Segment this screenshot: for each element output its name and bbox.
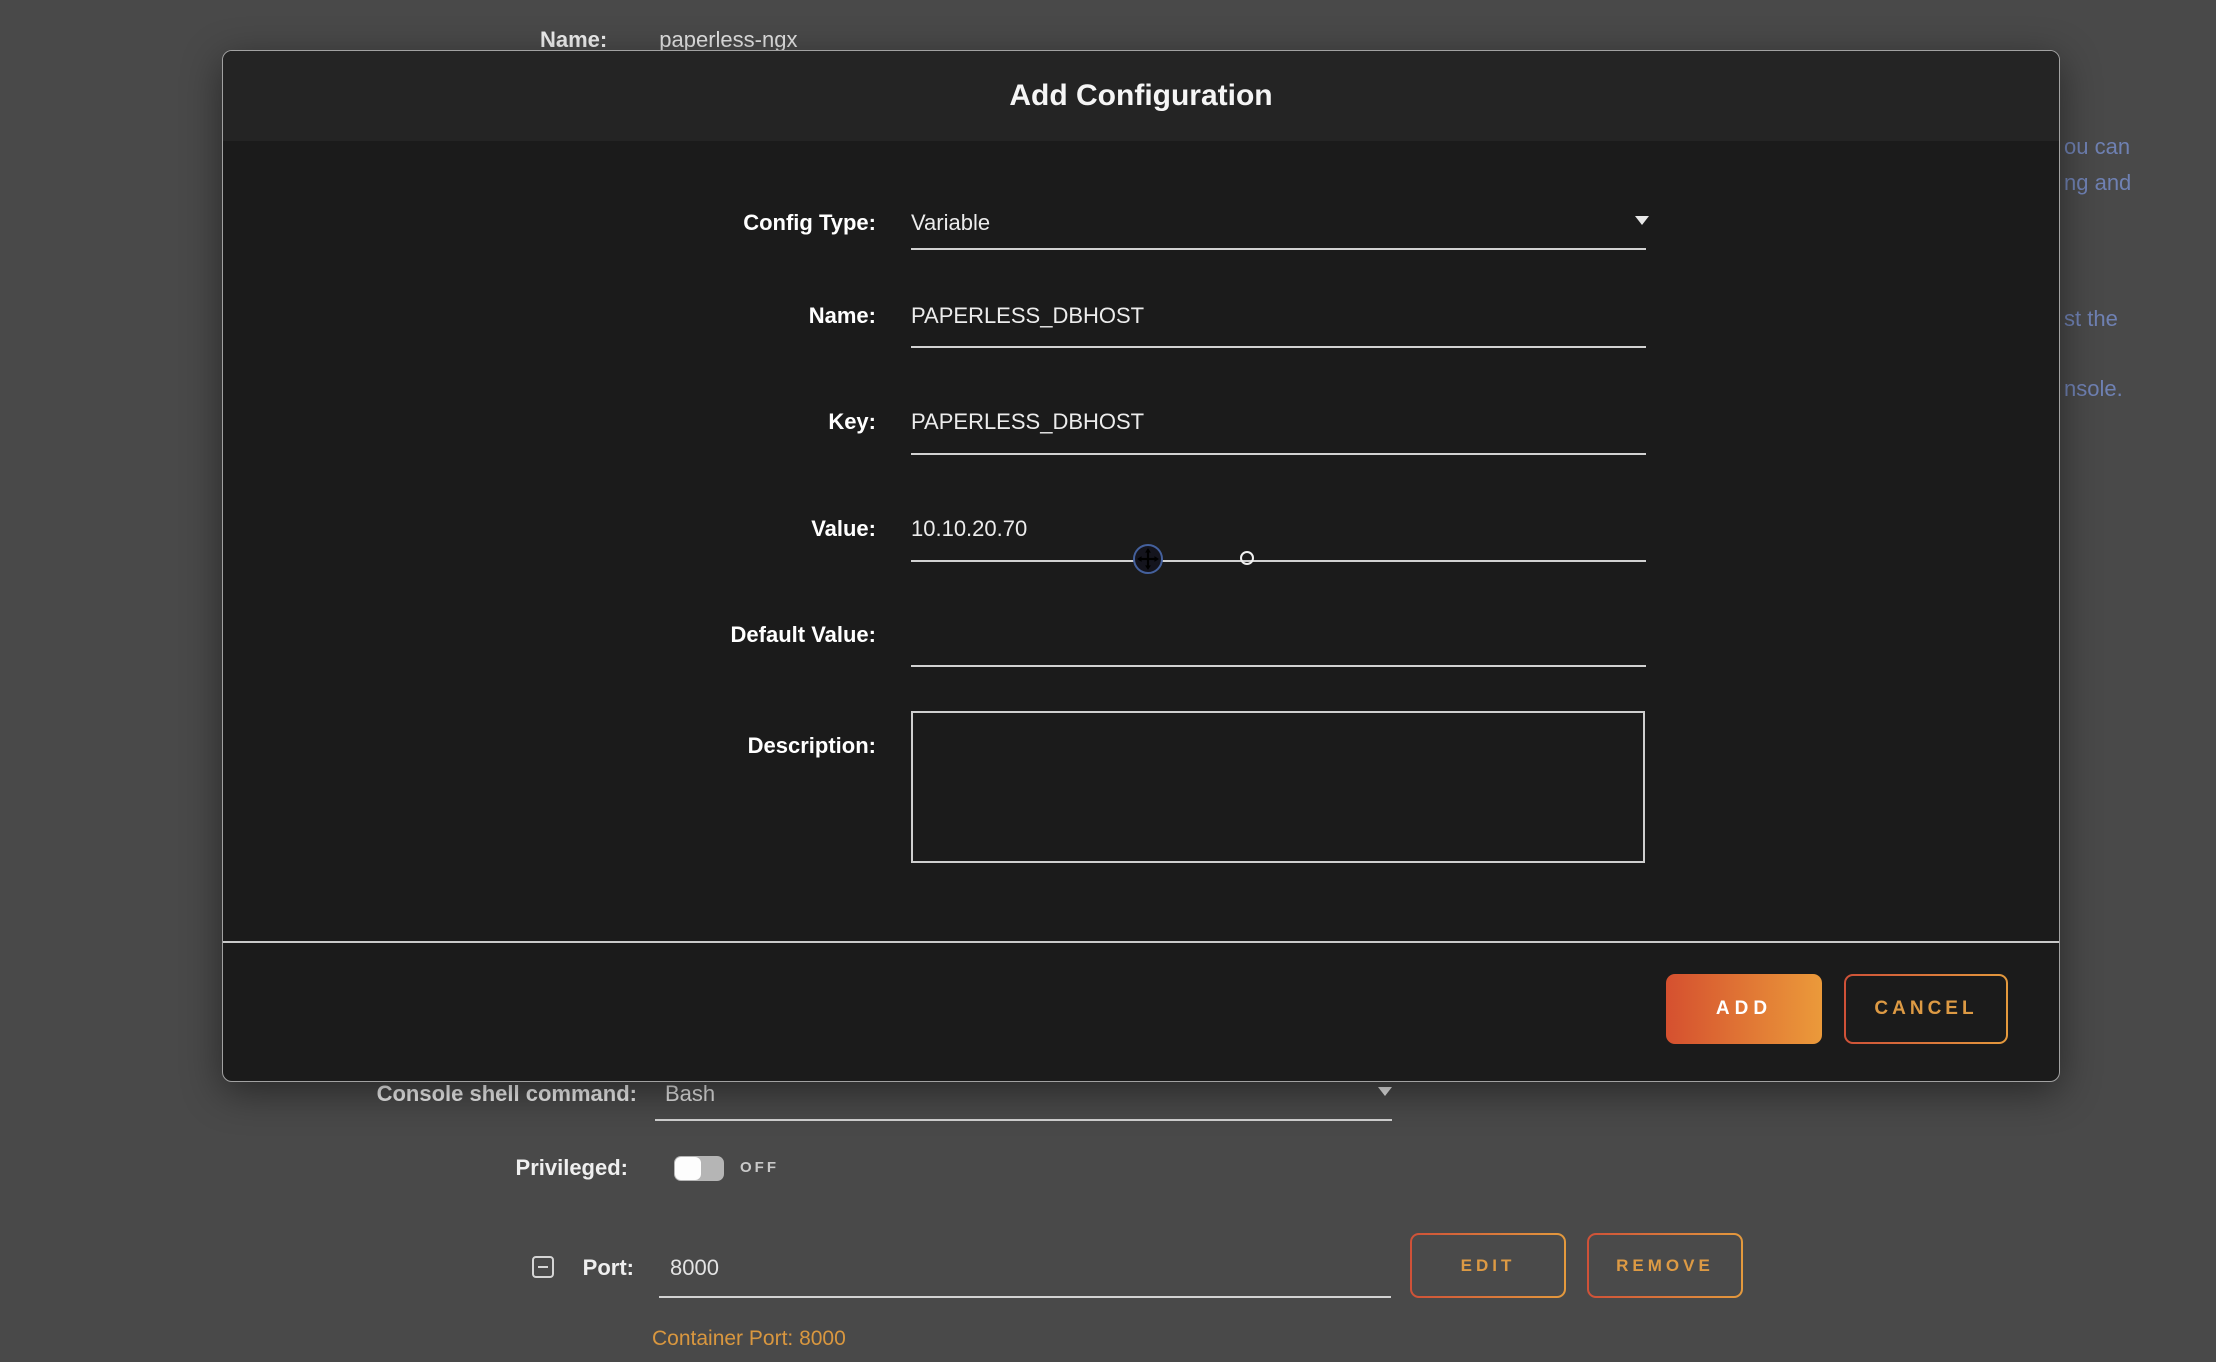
name-input[interactable]: PAPERLESS_DBHOST	[911, 303, 1646, 329]
dialog-title: Add Configuration	[1009, 79, 1272, 113]
toggle-knob[interactable]	[675, 1157, 701, 1180]
bg-clipped-text-line: nsole.	[2064, 376, 2123, 402]
value-underline	[911, 560, 1646, 562]
value-input[interactable]: 10.10.20.70	[911, 516, 1646, 542]
default-value-underline	[911, 665, 1646, 667]
cancel-button-label: CANCEL	[1846, 976, 2006, 1042]
add-button[interactable]: ADD	[1666, 974, 1822, 1044]
move-arrows-glyph	[1137, 548, 1159, 570]
port-underline	[659, 1296, 1391, 1298]
privileged-toggle[interactable]	[674, 1156, 724, 1181]
config-type-select[interactable]: Variable	[911, 210, 1646, 236]
port-value[interactable]: 8000	[670, 1255, 719, 1281]
dropdown-arrow-icon[interactable]	[1378, 1087, 1392, 1096]
bg-clipped-text-line: st the	[2064, 306, 2118, 332]
config-type-underline	[911, 248, 1646, 250]
key-underline	[911, 453, 1646, 455]
collapse-icon[interactable]	[532, 1256, 554, 1278]
footer-divider	[223, 941, 2059, 943]
dialog-header: Add Configuration	[223, 51, 2059, 141]
remove-button-label: REMOVE	[1589, 1235, 1741, 1296]
bg-clipped-text-line: ou can	[2064, 134, 2130, 160]
key-input[interactable]: PAPERLESS_DBHOST	[911, 409, 1646, 435]
remove-button[interactable]: REMOVE	[1587, 1233, 1743, 1298]
name-label: Name:	[223, 303, 876, 329]
port-label: Port:	[583, 1255, 634, 1281]
description-label: Description:	[223, 733, 876, 759]
edit-button-label: EDIT	[1412, 1235, 1564, 1296]
config-type-label: Config Type:	[223, 210, 876, 236]
console-shell-command-value[interactable]: Bash	[665, 1081, 715, 1107]
default-value-label: Default Value:	[223, 622, 876, 648]
privileged-label: Privileged:	[516, 1155, 628, 1181]
target-dot-icon	[1240, 551, 1254, 565]
console-shell-command-label: Console shell command:	[377, 1081, 637, 1107]
move-cursor-icon	[1133, 544, 1163, 574]
name-underline	[911, 346, 1646, 348]
console-shell-command-underline	[655, 1119, 1392, 1121]
key-label: Key:	[223, 409, 876, 435]
cancel-button[interactable]: CANCEL	[1844, 974, 2008, 1044]
edit-button[interactable]: EDIT	[1410, 1233, 1566, 1298]
bg-clipped-text-line: ng and	[2064, 170, 2131, 196]
privileged-state: OFF	[740, 1159, 779, 1176]
value-label: Value:	[223, 516, 876, 542]
container-port-note: Container Port: 8000	[652, 1327, 846, 1351]
description-textarea[interactable]	[911, 711, 1645, 863]
dropdown-arrow-icon[interactable]	[1635, 216, 1649, 225]
